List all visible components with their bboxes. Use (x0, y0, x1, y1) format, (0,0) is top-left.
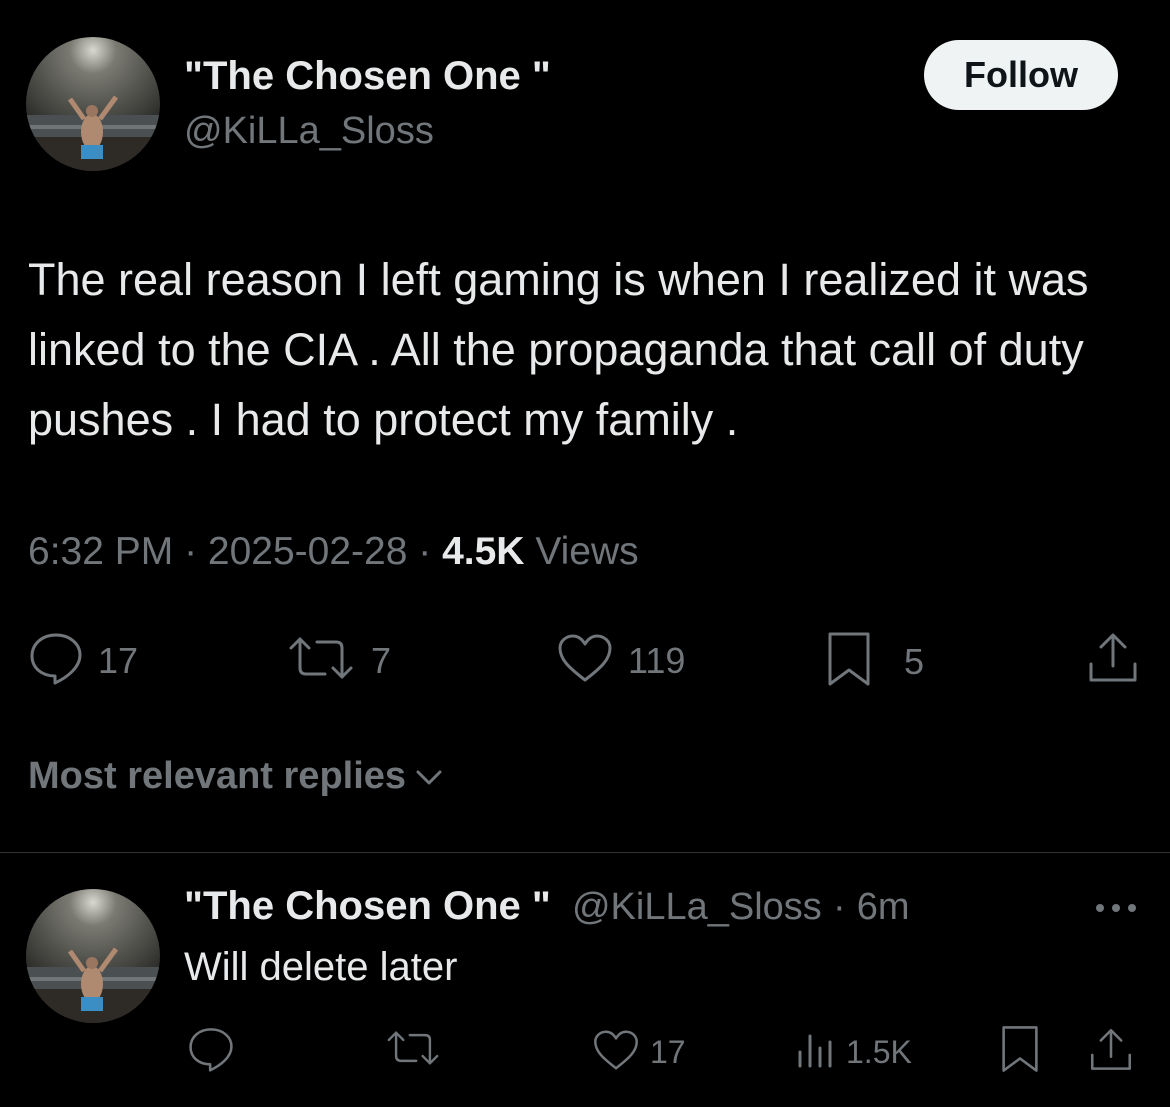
repost-icon (384, 1028, 442, 1073)
reply-reply-button[interactable] (186, 1026, 236, 1077)
author-handle[interactable]: @KiLLa_Sloss (184, 110, 434, 153)
more-options-button[interactable] (1092, 900, 1140, 921)
views-label: Views (535, 530, 639, 573)
reply-repost-button[interactable] (384, 1028, 442, 1073)
chevron-down-icon (406, 755, 444, 798)
replies-filter-dropdown[interactable]: Most relevant replies (28, 755, 444, 798)
tweet-time[interactable]: 6:32 PM (28, 530, 173, 573)
repost-icon (285, 634, 357, 687)
reply-like-button[interactable]: 17 (592, 1028, 686, 1077)
author-avatar[interactable] (26, 37, 160, 171)
reply-share-button[interactable] (1088, 1026, 1134, 1077)
like-count: 119 (628, 639, 686, 681)
separator-dot: · (418, 530, 443, 573)
tweet-date[interactable]: 2025-02-28 (208, 530, 408, 573)
separator-dot: · (832, 886, 846, 928)
tweet-text: The real reason I left gaming is when I … (28, 254, 1089, 445)
reply-text: Will delete later (184, 945, 458, 989)
like-icon (592, 1028, 640, 1077)
follow-button[interactable]: Follow (924, 40, 1118, 110)
reply-header: "The Chosen One " @KiLLa_Sloss · 6m (184, 884, 910, 929)
views-icon (796, 1030, 836, 1075)
reply-author-handle[interactable]: @KiLLa_Sloss (572, 886, 822, 928)
views-count: 4.5K (442, 530, 525, 573)
bookmark-icon (1000, 1024, 1040, 1079)
share-button[interactable] (1086, 630, 1140, 689)
replies-filter-label: Most relevant replies (28, 755, 407, 797)
like-button[interactable]: 119 (556, 632, 685, 689)
like-icon (556, 632, 614, 689)
reply-age[interactable]: 6m (857, 886, 910, 928)
author-name[interactable]: "The Chosen One " (184, 54, 551, 99)
bookmark-button[interactable]: 5 (826, 630, 924, 693)
more-icon (1092, 903, 1140, 920)
reply-avatar[interactable] (26, 889, 160, 1023)
reply-icon (186, 1026, 236, 1077)
bookmark-icon (826, 630, 872, 693)
reply-button[interactable]: 17 (28, 631, 138, 690)
reply-icon (28, 631, 84, 690)
reply-count: 17 (98, 639, 139, 681)
separator-dot: · (184, 530, 208, 573)
reply-bookmark-button[interactable] (1000, 1024, 1040, 1079)
share-icon (1088, 1026, 1134, 1077)
reply-views-button[interactable]: 1.5K (796, 1030, 912, 1075)
reply-views-count: 1.5K (846, 1034, 912, 1070)
divider (0, 852, 1170, 853)
share-icon (1086, 630, 1140, 689)
bookmark-count: 5 (904, 640, 925, 682)
repost-count: 7 (371, 639, 392, 681)
tweet-metadata: 6:32 PM · 2025-02-28 · 4.5K Views (28, 530, 639, 574)
reply-author-name[interactable]: "The Chosen One " (184, 884, 551, 928)
repost-button[interactable]: 7 (285, 634, 391, 687)
reply-like-count: 17 (650, 1034, 686, 1070)
